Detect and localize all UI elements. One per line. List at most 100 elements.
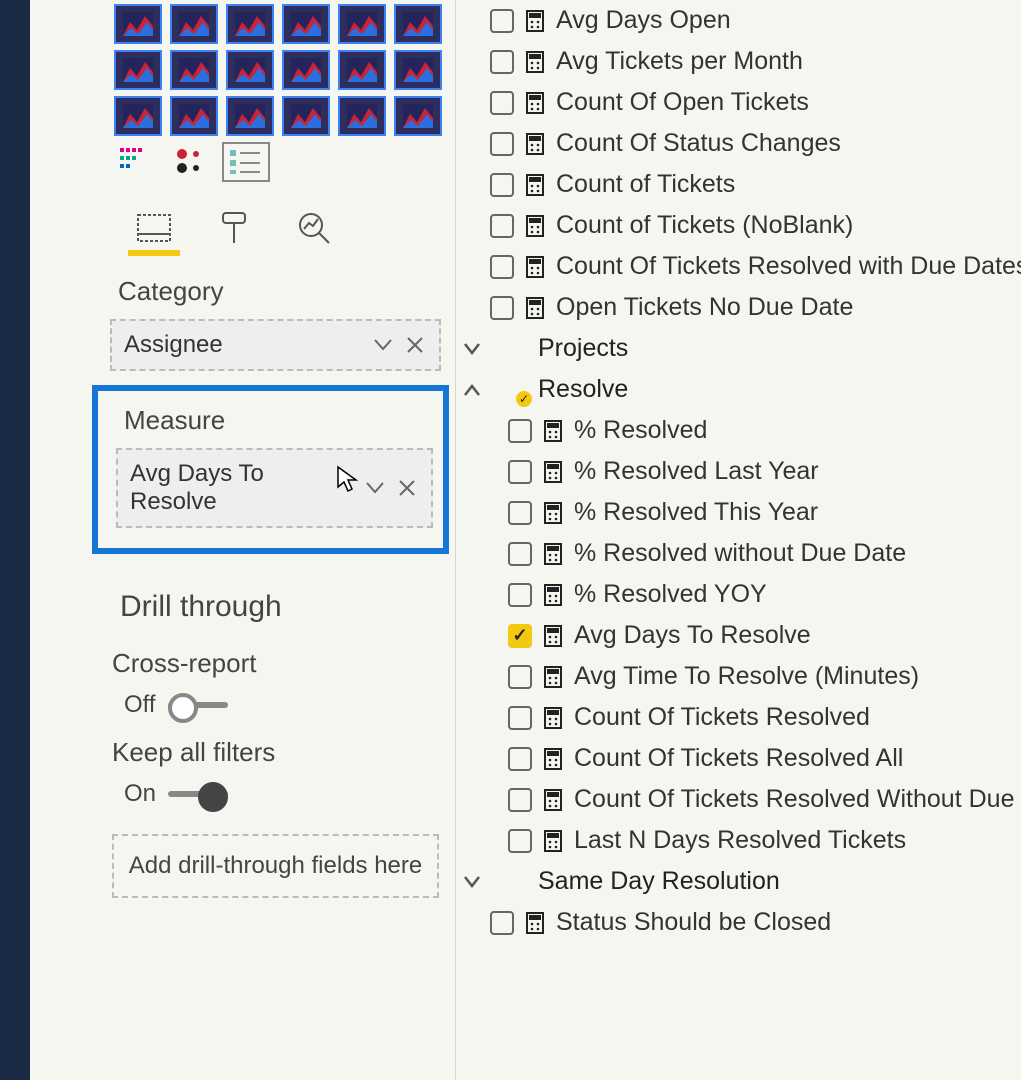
table-group[interactable]: ✓Resolve [456,369,1021,410]
cross-report-label: Cross-report [106,634,445,687]
field-name: Count Of Tickets Resolved Without Due [574,785,1014,814]
field-item[interactable]: Avg Tickets per Month [456,41,1021,82]
measure-icon [524,90,546,116]
custom-visual-tile[interactable] [114,4,162,44]
field-checkbox[interactable] [490,9,514,33]
field-checkbox[interactable] [490,255,514,279]
measure-icon [524,254,546,280]
tab-analytics[interactable] [294,208,334,248]
field-item[interactable]: Status Should be Closed [456,902,1021,943]
field-checkbox[interactable] [508,706,532,730]
field-name: % Resolved YOY [574,580,767,609]
field-checkbox[interactable] [490,132,514,156]
folder-icon [498,871,526,893]
visual-gallery: /* placeholder */ [106,0,445,190]
custom-visual-tile[interactable] [338,50,386,90]
field-item[interactable]: Avg Time To Resolve (Minutes) [456,656,1021,697]
dot-visual-icon[interactable] [168,142,216,182]
measure-icon [524,8,546,34]
field-checkbox[interactable] [490,173,514,197]
chevron-down-icon[interactable] [371,333,395,357]
list-visual-icon[interactable] [222,142,270,182]
field-checkbox[interactable] [508,501,532,525]
remove-field-icon[interactable] [403,333,427,357]
matrix-visual-icon[interactable] [114,142,162,182]
custom-visual-tile[interactable] [170,96,218,136]
field-name: Count Of Status Changes [556,129,841,158]
tab-fields[interactable] [134,208,174,248]
field-checkbox[interactable] [490,911,514,935]
field-checkbox[interactable] [508,788,532,812]
drillthrough-drop-area[interactable]: Add drill-through fields here [112,834,439,898]
field-checkbox[interactable] [508,419,532,443]
field-item[interactable]: Last N Days Resolved Tickets [456,820,1021,861]
custom-visual-tile[interactable] [282,50,330,90]
field-name: Avg Tickets per Month [556,47,803,76]
field-item[interactable]: % Resolved YOY [456,574,1021,615]
category-well[interactable]: Assignee [110,319,441,371]
custom-visual-tile[interactable] [394,96,442,136]
field-checkbox[interactable] [508,665,532,689]
folder-icon: ✓ [498,379,526,401]
field-item[interactable]: % Resolved without Due Date [456,533,1021,574]
field-checkbox[interactable] [490,296,514,320]
toggle-value: Off [124,691,156,719]
field-item[interactable]: Count of Tickets [456,164,1021,205]
field-name: Count Of Tickets Resolved [574,703,870,732]
custom-visual-tile[interactable] [226,96,274,136]
field-name: Count Of Tickets Resolved All [574,744,903,773]
custom-visual-tile[interactable] [114,96,162,136]
field-name: Avg Time To Resolve (Minutes) [574,662,919,691]
measure-icon [542,746,564,772]
table-group[interactable]: Projects [456,328,1021,369]
field-checkbox[interactable] [508,460,532,484]
field-item[interactable]: Count Of Tickets Resolved Without Due [456,779,1021,820]
field-checkbox[interactable] [508,747,532,771]
field-item[interactable]: Count Of Tickets Resolved with Due Dates [456,246,1021,287]
field-item[interactable]: Count Of Status Changes [456,123,1021,164]
custom-visual-tile[interactable] [170,4,218,44]
field-name: Count Of Open Tickets [556,88,809,117]
field-item[interactable]: Avg Days Open [456,0,1021,41]
field-checkbox[interactable] [490,214,514,238]
field-item[interactable]: Avg Days To Resolve [456,615,1021,656]
custom-visual-tile[interactable] [114,50,162,90]
field-item[interactable]: Count Of Tickets Resolved All [456,738,1021,779]
field-name: Avg Days To Resolve [574,621,811,650]
measure-icon [542,705,564,731]
keep-all-filters-toggle[interactable]: On [106,776,445,812]
custom-visual-tile[interactable] [394,4,442,44]
field-checkbox[interactable] [508,542,532,566]
measure-icon [524,910,546,936]
field-item[interactable]: % Resolved Last Year [456,451,1021,492]
measure-well[interactable]: Avg Days To Resolve [116,448,433,528]
tab-format[interactable] [214,208,254,248]
custom-visual-tile[interactable] [282,4,330,44]
measure-icon [542,664,564,690]
custom-visual-tile[interactable] [226,4,274,44]
custom-visual-tile[interactable] [338,4,386,44]
chevron-down-icon[interactable] [363,476,387,500]
field-item[interactable]: Count Of Tickets Resolved [456,697,1021,738]
custom-visual-tile[interactable] [338,96,386,136]
measure-highlight: Measure Avg Days To Resolve [92,385,449,554]
field-checkbox[interactable] [508,624,532,648]
custom-visual-tile[interactable] [394,50,442,90]
chevron-icon [458,342,486,356]
field-item[interactable]: % Resolved This Year [456,492,1021,533]
remove-field-icon[interactable] [395,476,419,500]
cross-report-toggle[interactable]: Off [106,687,445,723]
custom-visual-tile[interactable] [226,50,274,90]
custom-visual-tile[interactable] [170,50,218,90]
field-checkbox[interactable] [490,91,514,115]
field-item[interactable]: % Resolved [456,410,1021,451]
field-item[interactable]: Open Tickets No Due Date [456,287,1021,328]
field-item[interactable]: Count Of Open Tickets [456,82,1021,123]
custom-visual-tile[interactable] [282,96,330,136]
field-item[interactable]: Count of Tickets (NoBlank) [456,205,1021,246]
field-checkbox[interactable] [490,50,514,74]
field-checkbox[interactable] [508,583,532,607]
table-group[interactable]: Same Day Resolution [456,861,1021,902]
measure-icon [542,623,564,649]
field-checkbox[interactable] [508,829,532,853]
